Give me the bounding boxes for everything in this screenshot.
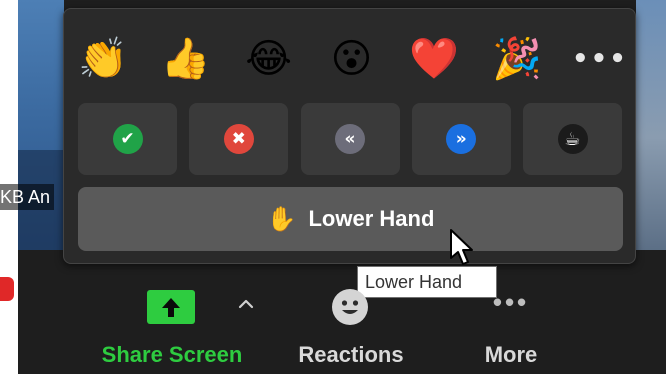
more-emojis-button[interactable]: ••• xyxy=(571,30,629,88)
rewind-icon: « xyxy=(335,124,365,154)
nonverbal-feedback-row: ✔ ✖ « » ☕ xyxy=(78,103,622,175)
mouse-cursor-icon xyxy=(450,229,473,265)
open-mouth-emoji-button[interactable]: 😮 xyxy=(322,30,380,88)
coffee-cup-icon: ☕ xyxy=(557,124,588,154)
more-label: More xyxy=(484,342,538,367)
yes-button[interactable]: ✔ xyxy=(78,103,177,175)
fast-forward-icon: » xyxy=(446,124,477,154)
participant-video-right[interactable] xyxy=(636,0,666,250)
thumbs-up-emoji-button[interactable]: 👍 xyxy=(157,30,215,88)
raised-hand-icon: ✋ xyxy=(266,205,297,233)
tears-of-joy-emoji-button[interactable]: 😂 xyxy=(240,30,298,88)
smiley-icon xyxy=(332,289,368,325)
slow-down-button[interactable]: « xyxy=(300,103,400,175)
reactions-button[interactable]: Reactions xyxy=(290,286,412,370)
party-popper-emoji-button[interactable]: 🎉 xyxy=(488,30,546,88)
reactions-popup: 👏 👍 😂 😮 ❤️ 🎉 ••• ✔ ✖ « » ☕ ✋ Lower Hand xyxy=(63,8,636,264)
no-button[interactable]: ✖ xyxy=(189,103,289,175)
participant-name-tag: KB An xyxy=(0,184,55,210)
share-options-caret-icon[interactable] xyxy=(236,294,256,314)
lower-hand-label: Lower Hand xyxy=(308,206,435,231)
clapping-hands-emoji-button[interactable]: 👏 xyxy=(74,30,132,88)
close-icon: ✖ xyxy=(223,124,254,154)
share-screen-icon xyxy=(147,290,195,324)
red-heart-emoji-button[interactable]: ❤️ xyxy=(405,30,463,88)
more-dots-icon: ••• xyxy=(492,287,530,317)
coffee-break-button[interactable]: ☕ xyxy=(523,103,622,175)
share-screen-button[interactable]: Share Screen xyxy=(100,286,244,370)
more-button[interactable]: ••• More xyxy=(470,286,552,370)
reactions-label: Reactions xyxy=(298,342,404,367)
recording-indicator-icon xyxy=(0,277,14,301)
check-icon: ✔ xyxy=(112,124,143,154)
share-screen-label: Share Screen xyxy=(101,342,243,367)
lower-hand-button[interactable]: ✋ Lower Hand xyxy=(78,187,623,251)
participant-video-left[interactable] xyxy=(18,0,64,250)
speed-up-button[interactable]: » xyxy=(411,103,511,175)
emoji-reaction-row: 👏 👍 😂 😮 ❤️ 🎉 ••• xyxy=(74,29,629,89)
